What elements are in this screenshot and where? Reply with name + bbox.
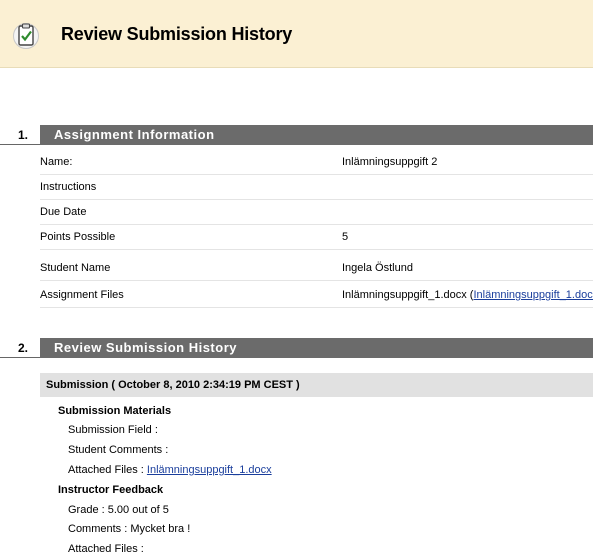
info-value: Inlämningsuppgift_1.docx (Inlämningsuppg… [342, 283, 593, 307]
comments-text: Comments : Mycket bra ! [68, 523, 191, 535]
instructor-feedback-heading: Instructor Feedback [58, 484, 164, 496]
info-row-name: Name: Inlämningsuppgift 2 [40, 150, 593, 175]
info-label: Instructions [40, 181, 97, 193]
feedback-attached-files-label: Attached Files : [68, 543, 144, 555]
assignment-file-name: Inlämningsuppgift_1.docx ( [342, 289, 474, 301]
section-assignment-information: 1. Assignment Information [0, 125, 593, 145]
section-review-submission-history: 2. Review Submission History [0, 338, 593, 358]
student-comments-label: Student Comments : [68, 444, 169, 456]
attached-files-row: Attached Files : Inlämningsuppgift_1.doc… [68, 464, 272, 476]
attached-files-label: Attached Files : [68, 464, 144, 476]
info-label: Points Possible [40, 231, 116, 243]
info-label: Student Name [40, 262, 111, 274]
info-row-due-date: Due Date [40, 200, 593, 225]
attached-file-link[interactable]: Inlämningsuppgift_1.docx [147, 464, 272, 476]
info-label: Name: [40, 156, 73, 168]
info-row-points-possible: Points Possible 5 [40, 225, 593, 250]
section-title: Review Submission History [40, 338, 593, 358]
info-row-assignment-files: Assignment Files Inlämningsuppgift_1.doc… [40, 283, 593, 308]
info-value: 5 [342, 231, 349, 243]
section-number: 1. [0, 125, 40, 145]
submission-field-label: Submission Field : [68, 424, 158, 436]
page-title: Review Submission History [61, 24, 293, 44]
info-label: Assignment Files [40, 289, 124, 301]
grade-text: Grade : 5.00 out of 5 [68, 504, 169, 516]
submission-materials-heading: Submission Materials [58, 405, 172, 417]
assignment-file-link[interactable]: Inlämningsuppgift_1.docx [473, 289, 593, 301]
submission-header: Submission ( October 8, 2010 2:34:19 PM … [40, 373, 593, 397]
section-number: 2. [0, 338, 40, 358]
info-value: Ingela Östlund [342, 262, 413, 274]
section-title: Assignment Information [40, 125, 593, 145]
info-value: Inlämningsuppgift 2 [342, 156, 438, 168]
page-header: Review Submission History [0, 0, 593, 68]
info-label: Due Date [40, 206, 87, 218]
info-row-student-name: Student Name Ingela Östlund [40, 256, 593, 281]
clipboard-check-icon [13, 21, 39, 51]
info-row-instructions: Instructions [40, 175, 593, 200]
